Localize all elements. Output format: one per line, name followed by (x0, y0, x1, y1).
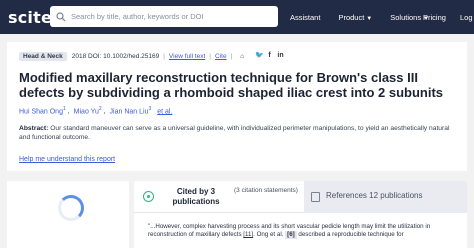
facebook-icon[interactable]: f (266, 52, 273, 59)
author-list: Hui Shan Ong1, Miao Yu2, Jian Nan Liu3 e… (19, 106, 173, 116)
citation-tag[interactable]: [6] (285, 231, 297, 239)
cite-link[interactable]: Cite (215, 53, 227, 60)
tab-cited-by[interactable]: Cited by 3 publications (3 citation stat… (134, 181, 304, 213)
tab-references[interactable]: References 12 publications (304, 181, 467, 213)
article-card: Head & Neck 2018 DOI: 10.1002/hed.25169 … (7, 42, 467, 171)
help-understand-link[interactable]: Help me understand this report (19, 156, 115, 163)
search-input[interactable]: Search by title, author, keywords or DOI (50, 6, 278, 27)
author-link[interactable]: Jian Nan Liu (110, 108, 149, 115)
bookmark-icon[interactable]: ⌂ (240, 53, 244, 60)
citation-snippet: "...However, complex harvesting process … (148, 223, 458, 239)
article-title: Modified maxillary reconstruction techni… (19, 70, 444, 100)
abstract: Abstract: Our standard maneuver can serv… (19, 124, 459, 142)
abstract-text: Our standard maneuver can serve as a uni… (19, 125, 450, 141)
reference-link[interactable]: [11] (243, 231, 253, 238)
loading-panel (7, 181, 129, 248)
citation-statements-label: (3 citation statements) (234, 187, 298, 194)
nav-solutions-label: Solutions (390, 12, 422, 22)
linkedin-icon[interactable]: in (277, 52, 284, 59)
cited-by-label: Cited by 3 publications (172, 187, 220, 206)
snippet-text: described a reproducible technique for (296, 231, 404, 238)
references-icon (311, 192, 320, 202)
search-icon (56, 11, 66, 21)
author-sup: 3 (148, 106, 152, 112)
divider: | (163, 53, 165, 60)
citations-panel: Cited by 3 publications (3 citation stat… (134, 181, 467, 248)
abstract-label: Abstract: (19, 125, 49, 132)
divider: | (209, 53, 211, 60)
view-full-text-link[interactable]: View full text (169, 53, 205, 60)
divider: | (230, 53, 233, 60)
loading-spinner (58, 195, 84, 221)
search-placeholder: Search by title, author, keywords or DOI (71, 12, 204, 21)
author-sup: 1 (62, 106, 66, 112)
nav-assistant[interactable]: Assistant (290, 13, 320, 22)
references-label: References 12 publications (326, 191, 423, 200)
author-sup: 2 (98, 106, 102, 112)
author-link[interactable]: Miao Yu (74, 108, 99, 115)
twitter-icon[interactable]: 🐦 (255, 52, 264, 59)
nav-product-label: Product (338, 12, 365, 22)
top-navbar: scite_ Search by title, author, keywords… (0, 0, 474, 34)
journal-badge[interactable]: Head & Neck (19, 52, 67, 61)
nav-product[interactable]: Product ▼ (338, 13, 372, 22)
nav-pricing[interactable]: Pricing (423, 13, 446, 22)
et-al-link[interactable]: et al. (157, 108, 172, 115)
chevron-down-icon: ▼ (366, 15, 373, 22)
year-doi: 2018 DOI: 10.1002/hed.25169 (71, 53, 160, 60)
share-icons: 🐦 f in (255, 52, 288, 59)
author-link[interactable]: Hui Shan Ong (19, 108, 63, 115)
nav-login[interactable]: Log in (460, 13, 474, 22)
snippet-text: . Ong et al. (253, 231, 286, 238)
citing-icon (143, 191, 154, 202)
article-meta: Head & Neck 2018 DOI: 10.1002/hed.25169 … (19, 52, 244, 61)
